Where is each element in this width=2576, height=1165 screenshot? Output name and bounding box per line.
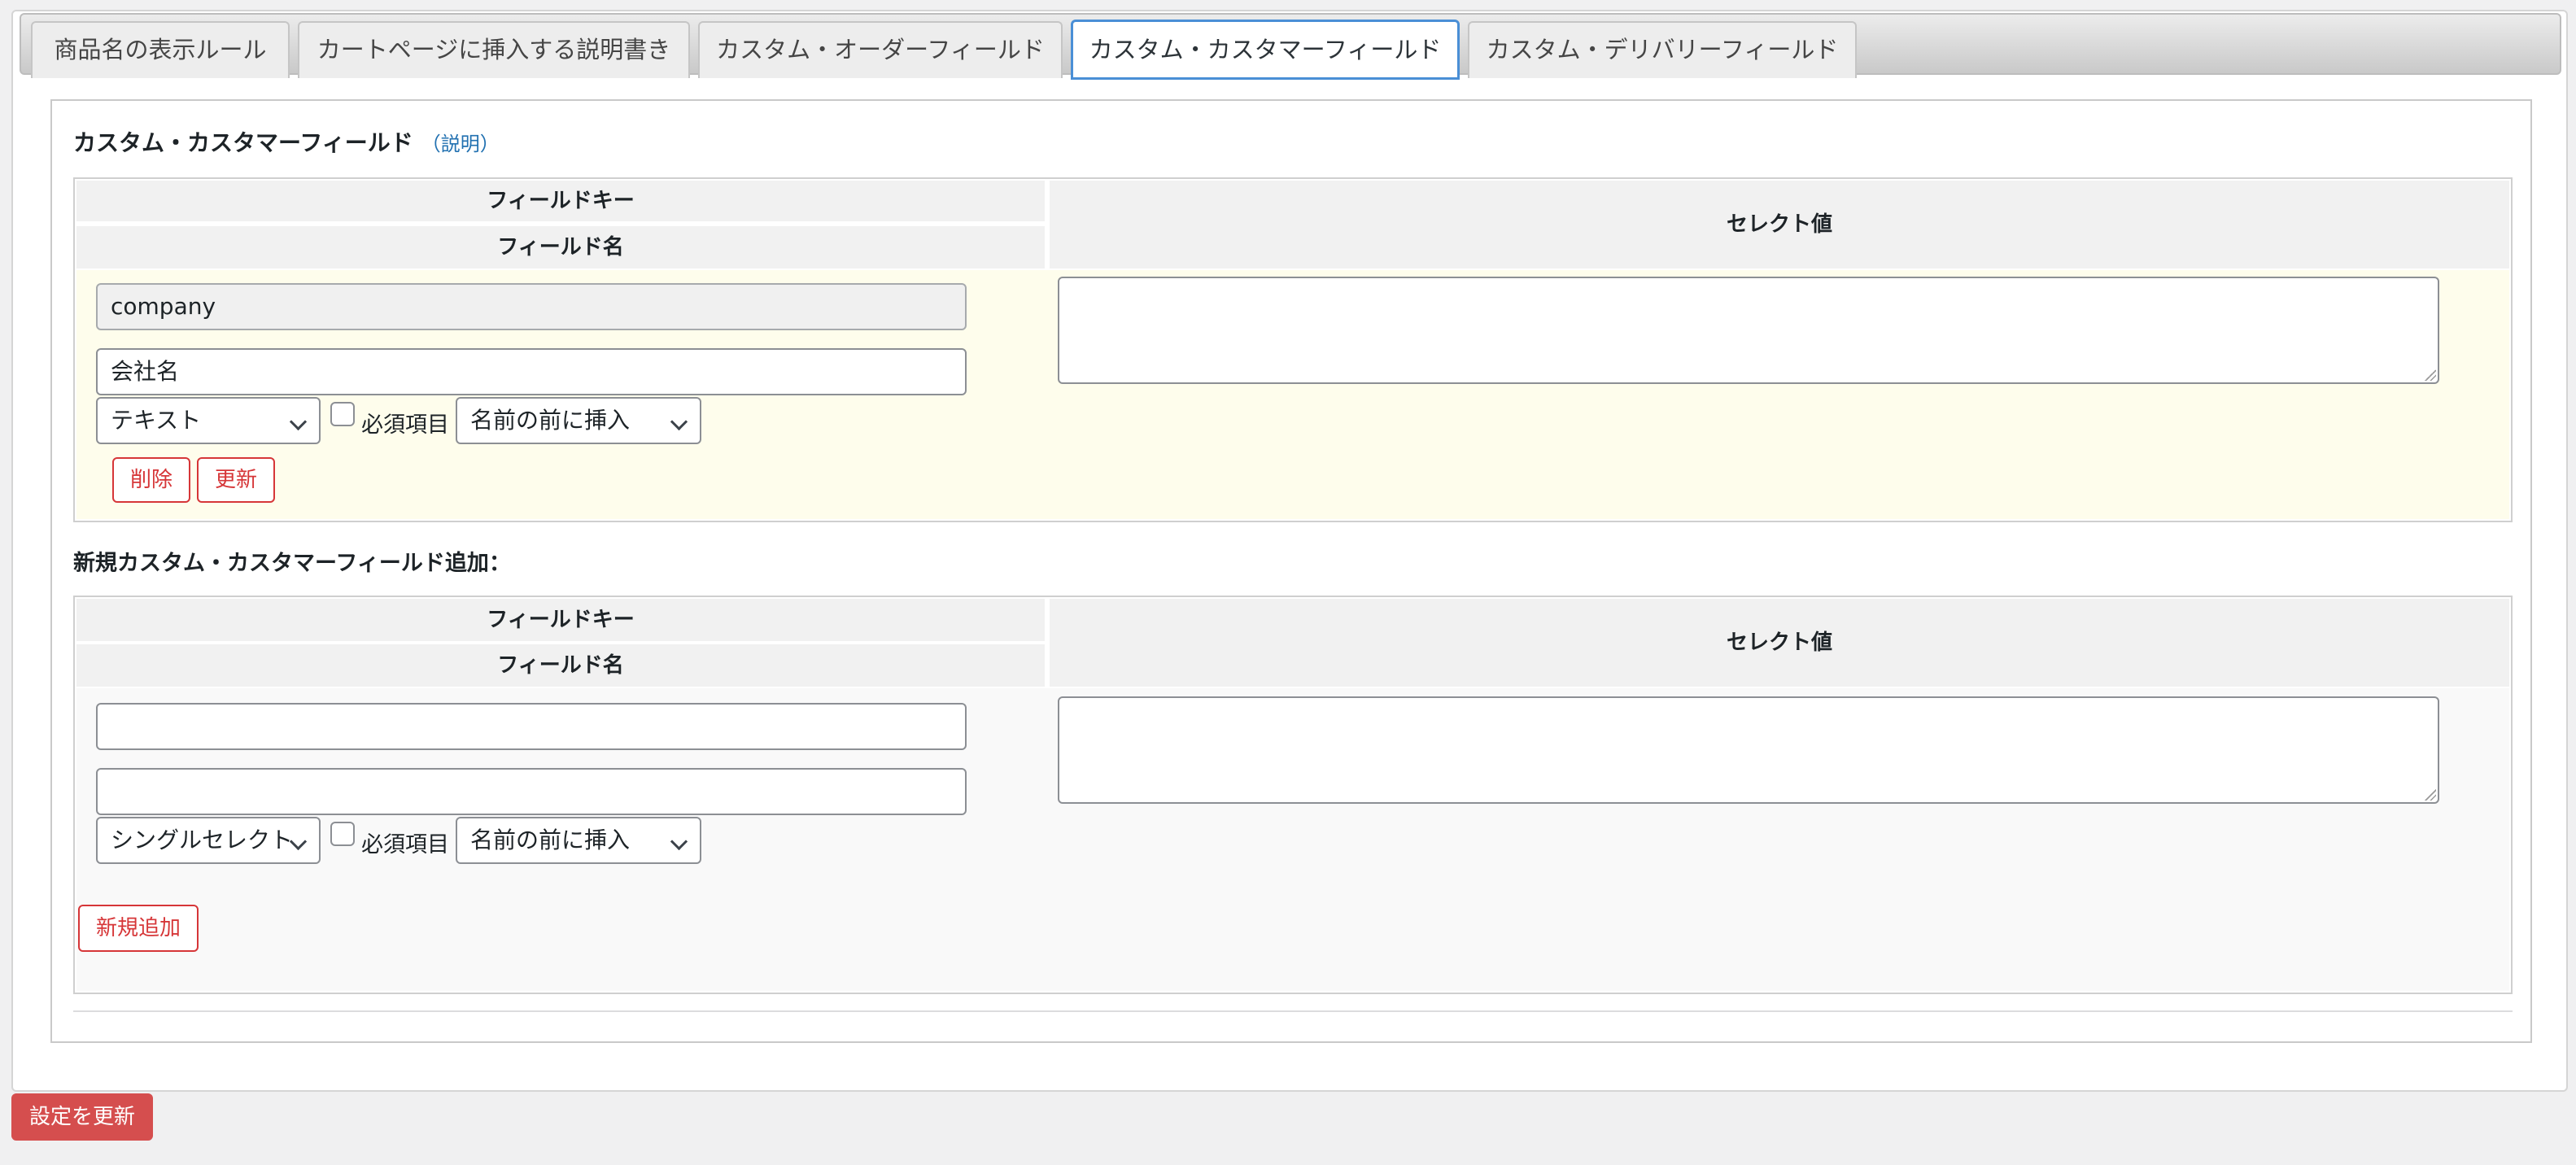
header-field-key: フィールドキー xyxy=(76,181,1045,221)
delete-button[interactable]: 削除 xyxy=(112,457,190,503)
new-field-name-input[interactable] xyxy=(96,768,967,815)
field-type-select[interactable]: テキスト xyxy=(96,397,321,444)
tab-bar: 商品名の表示ルール カートページに挿入する説明書き カスタム・オーダーフィールド… xyxy=(20,13,2561,80)
divider xyxy=(73,1010,2513,1012)
new-field-heading: 新規カスタム・カスタマーフィールド追加： xyxy=(73,551,511,576)
help-link[interactable]: （説明） xyxy=(421,133,500,155)
new-field-position-select[interactable]: 名前の前に挿入 xyxy=(456,817,701,864)
header-field-key: フィールドキー xyxy=(76,599,1045,641)
tab-product-name-rules[interactable]: 商品名の表示ルール xyxy=(31,21,290,78)
new-field-type-select[interactable]: シングルセレクト xyxy=(96,817,321,864)
new-required-checkbox[interactable] xyxy=(330,822,355,846)
new-field-row: シングルセレクト 必須項目 名前の前に挿入 新規追加 xyxy=(76,688,2509,991)
new-field-key-input[interactable] xyxy=(96,703,967,750)
save-settings-button[interactable]: 設定を更新 xyxy=(11,1093,153,1141)
existing-field-row: company 会社名 テキスト 必須項目 名前の前に挿入 削除 更新 xyxy=(76,270,2509,519)
tab-content: カスタム・カスタマーフィールド （説明） フィールドキー フィールド名 セレクト値… xyxy=(50,99,2532,1043)
new-select-values-textarea[interactable] xyxy=(1058,696,2439,804)
required-checkbox[interactable] xyxy=(330,402,355,426)
field-position-value: 名前の前に挿入 xyxy=(470,407,631,434)
select-values-textarea[interactable] xyxy=(1058,277,2439,384)
new-field-position-value: 名前の前に挿入 xyxy=(470,827,631,853)
field-type-value: テキスト xyxy=(111,407,202,434)
resize-grip-icon[interactable] xyxy=(2425,789,2436,801)
header-select-values: セレクト値 xyxy=(1050,181,2509,268)
chevron-down-icon xyxy=(670,832,688,851)
header-select-values: セレクト値 xyxy=(1050,599,2509,687)
new-field-type-value: シングルセレクト xyxy=(111,827,294,853)
tab-custom-delivery-field[interactable]: カスタム・デリバリーフィールド xyxy=(1468,21,1857,78)
field-key-input[interactable]: company xyxy=(96,283,967,330)
header-field-name: フィールド名 xyxy=(76,226,1045,268)
header-field-name: フィールド名 xyxy=(76,644,1045,687)
field-name-input[interactable]: 会社名 xyxy=(96,348,967,395)
field-position-select[interactable]: 名前の前に挿入 xyxy=(456,397,701,444)
tab-custom-customer-field[interactable]: カスタム・カスタマーフィールド xyxy=(1071,20,1460,80)
section-title-text: カスタム・カスタマーフィールド xyxy=(73,129,413,156)
new-required-label: 必須項目 xyxy=(361,832,449,857)
required-label: 必須項目 xyxy=(361,412,449,438)
add-new-field-button[interactable]: 新規追加 xyxy=(78,905,199,952)
tab-custom-order-field[interactable]: カスタム・オーダーフィールド xyxy=(698,21,1063,78)
resize-grip-icon[interactable] xyxy=(2425,369,2436,381)
existing-field-table: フィールドキー フィールド名 セレクト値 company 会社名 テキスト 必須… xyxy=(73,177,2513,522)
chevron-down-icon xyxy=(670,412,688,431)
chevron-down-icon xyxy=(289,412,308,431)
update-button[interactable]: 更新 xyxy=(197,457,275,503)
settings-tabs-panel: 商品名の表示ルール カートページに挿入する説明書き カスタム・オーダーフィールド… xyxy=(11,10,2568,1092)
new-field-table: フィールドキー フィールド名 セレクト値 シングルセレクト 必須項目 名前の前に… xyxy=(73,596,2513,994)
tab-cart-page-description[interactable]: カートページに挿入する説明書き xyxy=(298,21,690,78)
section-title: カスタム・カスタマーフィールド （説明） xyxy=(73,125,500,158)
